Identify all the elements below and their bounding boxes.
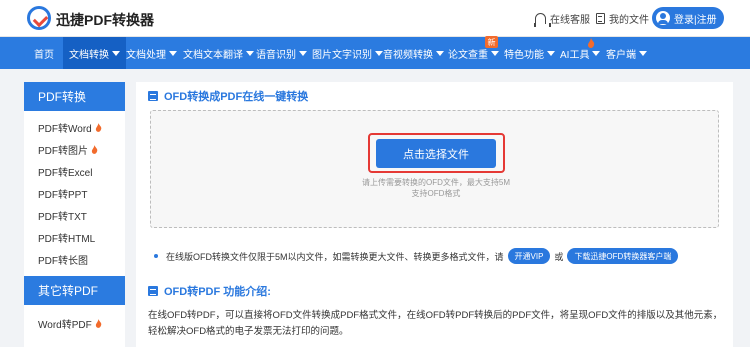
nav-label: 首页 [34, 49, 54, 61]
sidebar-item-pdf-to-image[interactable]: PDF转图片 [24, 138, 125, 160]
nav-label: 语音识别 [256, 49, 296, 61]
login-register-button[interactable]: 登录|注册 [652, 7, 724, 29]
upload-hint: 请上传需要转换的OFD文件，最大支持5M 支持OFD格式 [316, 177, 556, 199]
sidebar-item-label: PDF转长图 [38, 255, 88, 267]
intro-paragraph: 在线OFD转PDF，可以直接将OFD文件转换成PDF格式文件，在线OFD转PDF… [148, 310, 723, 337]
sidebar-item-label: PDF转HTML [38, 233, 96, 245]
nav-item-home[interactable]: 首页 [34, 37, 54, 69]
new-badge: 新 [485, 36, 498, 48]
sidebar-item-label: PDF转PPT [38, 189, 88, 201]
chevron-down-icon [112, 50, 120, 56]
sidebar-item-pdf-to-long-image[interactable]: PDF转长图 [24, 248, 125, 270]
chevron-down-icon [375, 50, 383, 56]
user-avatar-icon [656, 11, 670, 25]
fire-icon [95, 122, 102, 132]
nav-item-document-process[interactable]: 文档处理 [126, 37, 177, 69]
upload-hint-line: 请上传需要转换的OFD文件，最大支持5M [362, 178, 510, 187]
size-limit-notice: 在线版OFD转换文件仅限于5M以内文件，如需转换更大文件、转换更多格式文件，请 … [154, 248, 679, 264]
sidebar-item-pdf-to-txt[interactable]: PDF转TXT [24, 204, 125, 226]
document-icon [596, 13, 605, 24]
nav-label: 特色功能 [504, 49, 544, 61]
main-content: OFD转换成PDF在线一键转换 点击选择文件 请上传需要转换的OFD文件，最大支… [136, 82, 733, 347]
sidebar-item-pdf-to-word[interactable]: PDF转Word [24, 116, 125, 138]
nav-label: 文档转换 [69, 49, 109, 61]
chevron-down-icon [299, 50, 307, 56]
download-client-button[interactable]: 下载迅捷OFD转换器客户端 [567, 248, 679, 264]
document-icon [148, 91, 158, 101]
sidebar-item-label: PDF转TXT [38, 211, 87, 223]
select-file-button[interactable]: 点击选择文件 [376, 139, 496, 168]
sidebar-item-word-to-pdf[interactable]: Word转PDF [24, 312, 125, 334]
tool-title: OFD转换成PDF在线一键转换 [148, 88, 308, 104]
sidebar-item-pdf-to-ppt[interactable]: PDF转PPT [24, 182, 125, 204]
logo-icon[interactable] [27, 6, 51, 30]
chevron-down-icon [436, 50, 444, 56]
customer-support-link[interactable]: 在线客服 [534, 11, 590, 27]
nav-item-special-features[interactable]: 特色功能 [504, 37, 555, 69]
chevron-down-icon [639, 50, 647, 56]
sidebar-heading-pdf-convert: PDF转换 [24, 82, 125, 111]
chevron-down-icon [547, 50, 555, 56]
fire-icon [95, 318, 102, 328]
nav-item-speech-recognition[interactable]: 语音识别 [256, 37, 307, 69]
intro-title-text: OFD转PDF 功能介绍: [164, 286, 271, 298]
intro-title: OFD转PDF 功能介绍: [148, 283, 271, 299]
sidebar-item-label: PDF转Excel [38, 167, 93, 179]
sidebar-item-pdf-to-excel[interactable]: PDF转Excel [24, 160, 125, 182]
nav-label: 图片文字识别 [312, 49, 372, 61]
nav-label: 文档文本翻译 [183, 49, 243, 61]
sidebar-item-pdf-to-html[interactable]: PDF转HTML [24, 226, 125, 248]
open-vip-button[interactable]: 开通VIP [507, 248, 551, 264]
fire-icon [91, 144, 98, 154]
or-text: 或 [554, 251, 564, 262]
sidebar-item-label: PDF转Word [38, 123, 92, 135]
my-files-label: 我的文件 [609, 15, 649, 26]
fire-icon [588, 38, 595, 48]
bullet-dot [154, 254, 158, 258]
nav-label: 论文查重 [448, 49, 488, 61]
nav-label: AI工具 [560, 49, 590, 61]
top-header: 迅捷PDF转换器 在线客服 我的文件 登录|注册 [0, 0, 750, 37]
info-icon [148, 286, 158, 296]
my-files-link[interactable]: 我的文件 [596, 11, 649, 26]
sidebar: PDF转换 PDF转Word PDF转图片 PDF转Excel PDF转PPT … [24, 82, 125, 347]
sidebar-heading-other-to-pdf: 其它转PDF [24, 276, 125, 305]
sidebar-item-label: PDF转图片 [38, 145, 88, 157]
customer-support-label: 在线客服 [550, 15, 590, 26]
nav-item-av-convert[interactable]: 音视频转换 [383, 37, 444, 69]
chevron-down-icon [169, 50, 177, 56]
nav-item-client[interactable]: 客户端 [606, 37, 647, 69]
nav-item-ocr[interactable]: 图片文字识别 [312, 37, 383, 69]
nav-label: 文档处理 [126, 49, 166, 61]
sidebar-item-label: Word转PDF [38, 319, 92, 331]
nav-item-translation[interactable]: 文档文本翻译 [183, 37, 254, 69]
site-name[interactable]: 迅捷PDF转换器 [56, 10, 154, 30]
headset-icon [534, 13, 551, 27]
chevron-down-icon [592, 50, 601, 56]
upload-hint-line: 支持OFD格式 [411, 189, 461, 198]
chevron-down-icon [246, 50, 254, 56]
login-register-label: 登录|注册 [674, 14, 717, 26]
nav-label: 音视频转换 [383, 49, 433, 61]
notice-text: 在线版OFD转换文件仅限于5M以内文件，如需转换更大文件、转换更多格式文件，请 [166, 251, 504, 262]
tool-title-text: OFD转换成PDF在线一键转换 [164, 91, 309, 103]
chevron-down-icon [491, 50, 499, 56]
main-nav: 首页 文档转换 文档处理 文档文本翻译 语音识别 图片文字识别 音视频转换 论文… [0, 37, 750, 69]
nav-item-document-convert[interactable]: 文档转换 [63, 37, 126, 69]
nav-label: 客户端 [606, 49, 636, 61]
